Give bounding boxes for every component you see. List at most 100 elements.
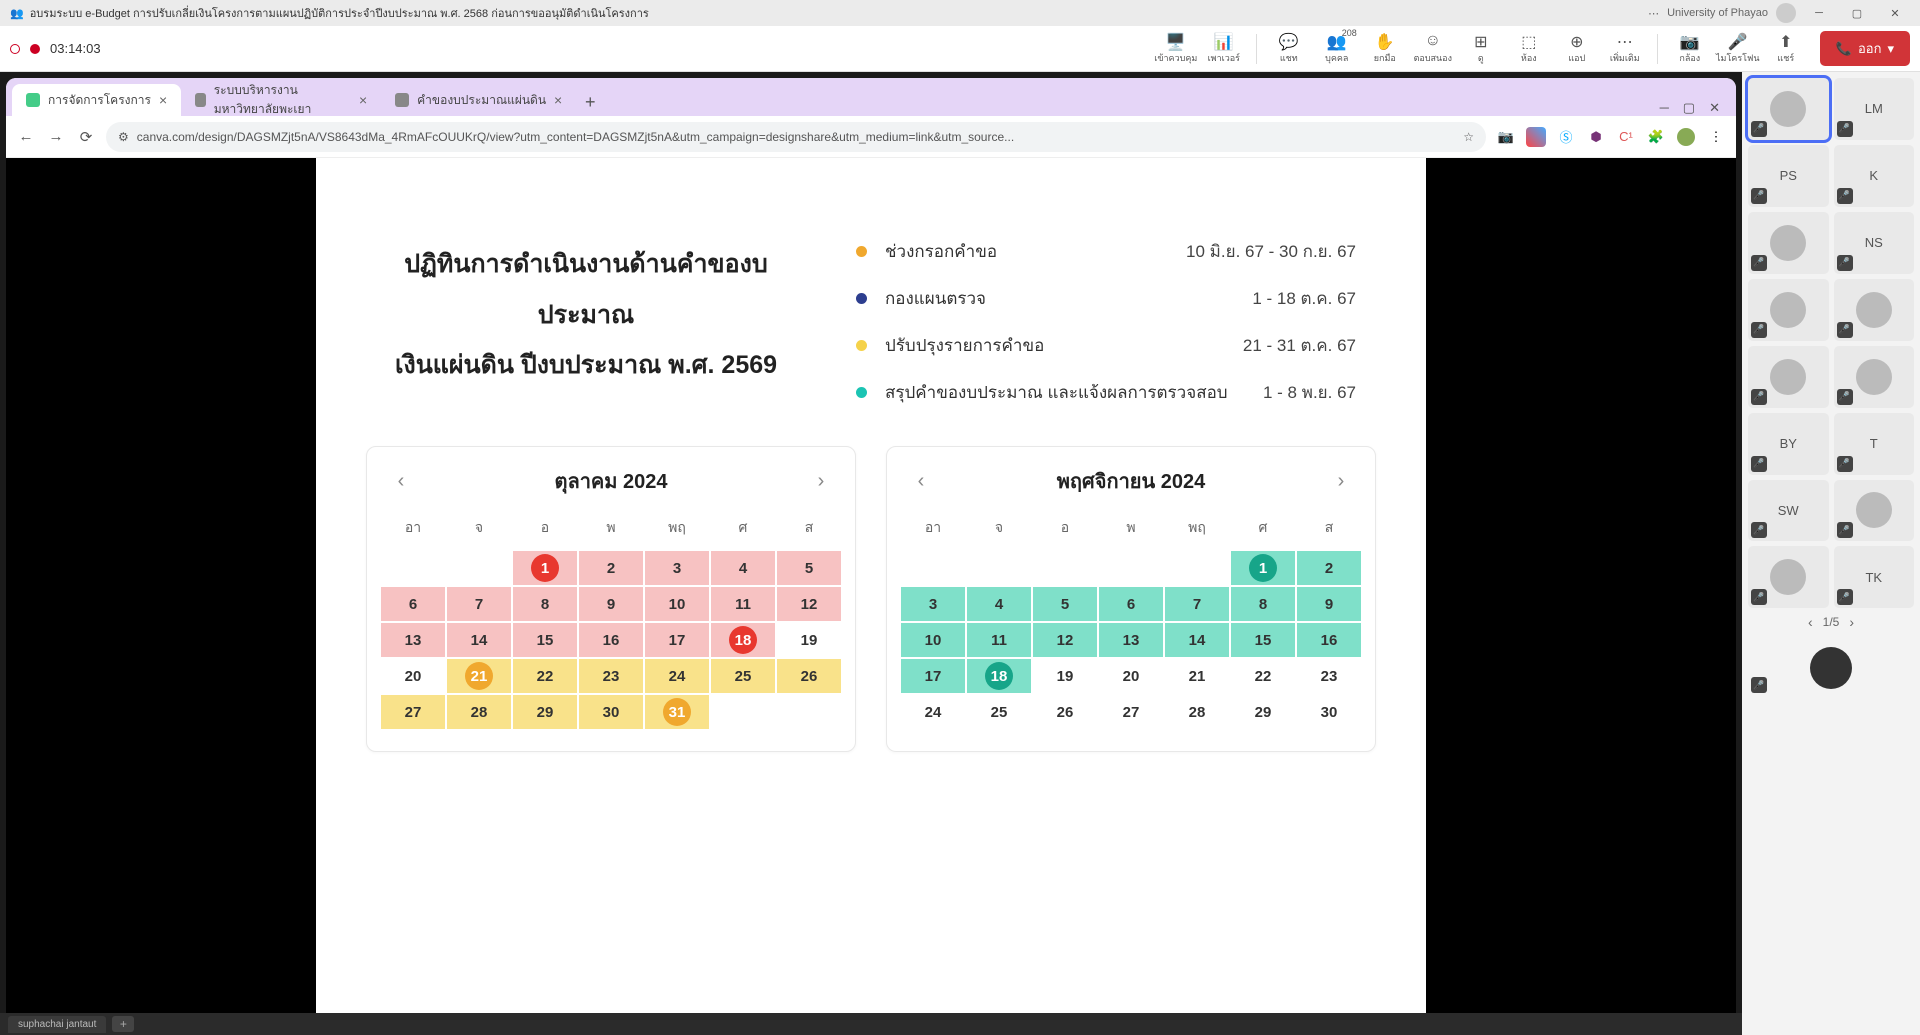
minimize-button[interactable]: ─ [1804,7,1834,19]
participant-avatar [1770,292,1806,328]
react-button[interactable]: ☺ตอบสนอง [1411,29,1455,69]
more-icon[interactable]: ⋯ [1648,7,1659,20]
mic-button[interactable]: 🎤ไมโครโฟน [1716,29,1760,69]
participant-tile[interactable]: 🎤 [1748,346,1829,408]
cal-day-marker: 21 [465,662,493,690]
participant-tile[interactable]: 🎤 [1748,78,1829,140]
browser-tab[interactable]: การจัดการโครงการ× [12,84,181,116]
raise-hand-button[interactable]: ✋ยกมือ [1363,29,1407,69]
browser-tab[interactable]: คำของบประมาณแผ่นดิน× [381,84,576,116]
cal-day: 21 [447,659,511,693]
legend-dot-icon [856,293,867,304]
share-control-button[interactable]: 🖥️เข้าควบคุม [1154,29,1198,69]
cal-day: 17 [901,659,965,693]
mic-muted-icon: 🎤 [1751,456,1767,472]
cal-day: 20 [381,659,445,693]
participant-tile[interactable]: LM🎤 [1834,78,1915,140]
participant-tile[interactable]: K🎤 [1834,145,1915,207]
cal-day: 8 [513,587,577,621]
cal-dow: อ [513,511,577,549]
browser-tab[interactable]: ระบบบริหารงานมหาวิทยาลัยพะเยา× [181,84,381,116]
camera-button[interactable]: 📷กล้อง [1668,29,1712,69]
legend: ช่วงกรอกคำขอ10 มิ.ย. 67 - 30 ก.ย. 67กองแ… [836,218,1376,426]
participant-tile[interactable]: SW🎤 [1748,480,1829,542]
mic-muted-icon: 🎤 [1837,255,1853,271]
cal-day: 1 [513,551,577,585]
participant-tile[interactable]: NS🎤 [1834,212,1915,274]
browser-maximize-button[interactable]: ▢ [1683,100,1695,116]
cal-dow: พฤ [645,511,709,549]
participant-tile[interactable]: 🎤 [1834,279,1915,341]
tab-close-button[interactable]: × [159,92,167,108]
audio-share-button[interactable]: ⬆แชร์ [1764,29,1808,69]
cal-prev-button[interactable]: ‹ [909,470,933,493]
ext-color-icon[interactable] [1526,127,1546,147]
participant-tile[interactable]: TK🎤 [1834,546,1915,608]
mic-muted-icon: 🎤 [1751,322,1767,338]
more-button[interactable]: ⋯เพิ่มเติม [1603,29,1647,69]
browser-minimize-button[interactable]: ─ [1660,100,1669,116]
participant-tile[interactable]: 🎤 [1748,212,1829,274]
back-button[interactable]: ← [16,128,36,145]
new-tab-button[interactable]: + [576,88,604,116]
cal-next-button[interactable]: › [1329,470,1353,493]
forward-button[interactable]: → [46,128,66,145]
pager-prev-button[interactable]: ‹ [1808,614,1813,630]
cal-day: 14 [447,623,511,657]
chat-button[interactable]: 💬แชท [1267,29,1311,69]
browser-menu-icon[interactable]: ⋮ [1706,127,1726,147]
leave-button[interactable]: 📞ออก▾ [1820,31,1910,66]
participant-tile[interactable]: 🎤 [1748,546,1829,608]
participant-tile[interactable]: 🎤 [1748,279,1829,341]
cal-day: 11 [967,623,1031,657]
tab-close-button[interactable]: × [554,92,562,108]
people-button[interactable]: 👥208บุคคล [1315,29,1359,69]
slide-title: ปฏิทินการดำเนินงานด้านคำของบประมาณ เงินแ… [366,238,806,390]
pager-next-button[interactable]: › [1849,614,1854,630]
cal-dow: พ [1099,511,1163,549]
participant-tile[interactable]: PS🎤 [1748,145,1829,207]
cal-day: 10 [901,623,965,657]
taskbar-user-tab[interactable]: suphachai jantaut [8,1016,106,1033]
browser-close-button[interactable]: ✕ [1709,100,1720,116]
ext-camera-icon[interactable]: 📷 [1496,127,1516,147]
participant-tile[interactable]: BY🎤 [1748,413,1829,475]
profile-icon[interactable] [1676,127,1696,147]
host-tile[interactable]: 🎤 [1748,640,1914,696]
close-button[interactable]: ✕ [1880,7,1910,20]
participant-tile[interactable]: 🎤 [1834,346,1915,408]
taskbar-add-button[interactable]: + [112,1016,134,1032]
view-button[interactable]: ⊞ดู [1459,29,1503,69]
rooms-button[interactable]: ⬚ห้อง [1507,29,1551,69]
apps-button[interactable]: ⊕แอป [1555,29,1599,69]
shared-browser-window: การจัดการโครงการ×ระบบบริหารงานมหาวิทยาลั… [6,78,1736,1013]
user-avatar[interactable] [1776,3,1796,23]
mic-muted-icon: 🎤 [1751,121,1767,137]
url-input[interactable]: ⚙ canva.com/design/DAGSMZjt5nA/VS8643dMa… [106,122,1486,152]
ext-shield-icon[interactable]: ⬢ [1586,127,1606,147]
maximize-button[interactable]: ▢ [1842,7,1872,20]
powerpoint-button[interactable]: 📊เพาเวอร์ [1202,29,1246,69]
cal-day: 31 [645,695,709,729]
record-indicator-icon [10,44,20,54]
bookmark-icon[interactable]: ☆ [1463,130,1474,144]
participant-avatar [1770,91,1806,127]
cal-day: 18 [967,659,1031,693]
participant-tile[interactable]: 🎤 [1834,480,1915,542]
cal-day: 6 [381,587,445,621]
tab-close-button[interactable]: × [359,92,367,108]
reload-button[interactable]: ⟳ [76,128,96,146]
ext-c-icon[interactable]: C¹ [1616,127,1636,147]
participant-tile[interactable]: T🎤 [1834,413,1915,475]
cal-prev-button[interactable]: ‹ [389,470,413,493]
ext-skype-icon[interactable]: Ⓢ [1556,127,1576,147]
cal-day: 16 [579,623,643,657]
site-info-icon[interactable]: ⚙ [118,130,129,144]
legend-label: สรุปคำของบประมาณ และแจ้งผลการตรวจสอบ [885,379,1263,406]
extensions-icon[interactable]: 🧩 [1646,127,1666,147]
mic-muted-icon: 🎤 [1837,522,1853,538]
cal-day: 12 [1033,623,1097,657]
cal-day: 27 [1099,695,1163,729]
meeting-controls: 03:14:03 🖥️เข้าควบคุม 📊เพาเวอร์ 💬แชท 👥20… [0,26,1920,72]
cal-next-button[interactable]: › [809,470,833,493]
